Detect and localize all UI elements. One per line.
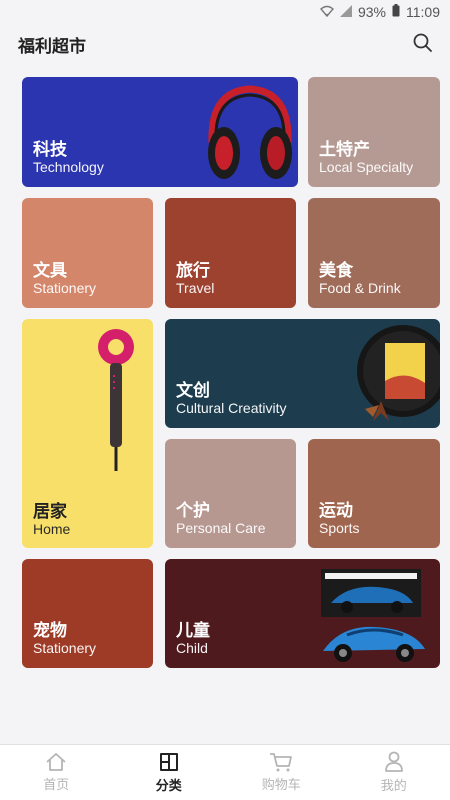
app-header: 福利超市 [0, 24, 450, 64]
tile-title: 居家 [33, 502, 67, 521]
tile-title: 个护 [176, 501, 210, 520]
category-tile-stationery[interactable]: 文具 Stationery [22, 198, 153, 308]
search-button[interactable] [412, 32, 436, 56]
tab-cart[interactable]: 购物车 [225, 745, 338, 800]
hair-dryer-image [98, 329, 134, 471]
tab-label: 首页 [43, 777, 70, 792]
category-tile-food-drink[interactable]: 美食 Food & Drink [308, 198, 440, 308]
tile-title: 文创 [176, 381, 210, 400]
bottom-tab-bar: 首页 分类 购物车 我的 [0, 744, 450, 800]
battery-icon [392, 4, 400, 20]
page-title: 福利超市 [18, 36, 86, 56]
tab-label: 购物车 [261, 777, 301, 792]
tile-subtitle: Travel [176, 280, 215, 296]
tile-subtitle: Food & Drink [319, 280, 401, 296]
tile-title: 美食 [319, 261, 353, 280]
tab-category[interactable]: 分类 [113, 745, 226, 800]
tile-subtitle: Child [176, 640, 208, 656]
tab-label: 分类 [155, 778, 182, 793]
tile-subtitle: Technology [33, 159, 104, 175]
tile-subtitle: Cultural Creativity [176, 400, 287, 416]
category-tile-sports[interactable]: 运动 Sports [308, 439, 440, 548]
category-tile-technology[interactable]: 科技 Technology [22, 77, 298, 187]
tile-subtitle: Sports [319, 520, 360, 536]
tile-title: 儿童 [176, 621, 210, 640]
tile-title: 旅行 [176, 261, 210, 280]
tile-title: 科技 [33, 140, 67, 159]
category-icon [159, 753, 178, 771]
tile-subtitle: Stationery [33, 280, 97, 296]
cart-icon [270, 753, 293, 772]
tile-subtitle: Personal Care [176, 520, 266, 536]
toy-car-box-image [321, 569, 425, 662]
profile-icon [384, 751, 403, 772]
signal-icon [339, 4, 352, 20]
category-tile-personal-care[interactable]: 个护 Personal Care [165, 439, 296, 548]
home-icon [46, 753, 66, 771]
wifi-icon [319, 5, 334, 20]
tile-title: 土特产 [319, 140, 370, 159]
tile-subtitle: Stationery [33, 640, 97, 656]
search-icon [413, 33, 432, 52]
category-tile-travel[interactable]: 旅行 Travel [165, 198, 296, 308]
battery-level: 93% [357, 4, 386, 20]
tile-subtitle: Local Specialty [319, 159, 414, 175]
category-tile-child[interactable]: 儿童 Child [165, 559, 440, 668]
category-tile-cultural-creativity[interactable]: 文创 Cultural Creativity [165, 319, 440, 428]
tile-title: 文具 [33, 261, 67, 280]
gift-box-image [357, 325, 440, 421]
clock: 11:09 [406, 4, 440, 20]
headphones-image [208, 85, 292, 179]
tab-profile[interactable]: 我的 [338, 745, 450, 800]
tile-title: 运动 [319, 501, 353, 520]
category-tile-pets[interactable]: 宠物 Stationery [22, 559, 153, 668]
category-tile-home[interactable]: 居家 Home [22, 319, 153, 548]
tile-title: 宠物 [33, 621, 67, 640]
tile-subtitle: Home [33, 521, 71, 537]
category-tile-local-specialty[interactable]: 土特产 Local Specialty [308, 77, 440, 187]
tab-home[interactable]: 首页 [0, 745, 113, 800]
tab-label: 我的 [380, 778, 407, 793]
status-bar: 93% 11:09 [0, 0, 450, 24]
